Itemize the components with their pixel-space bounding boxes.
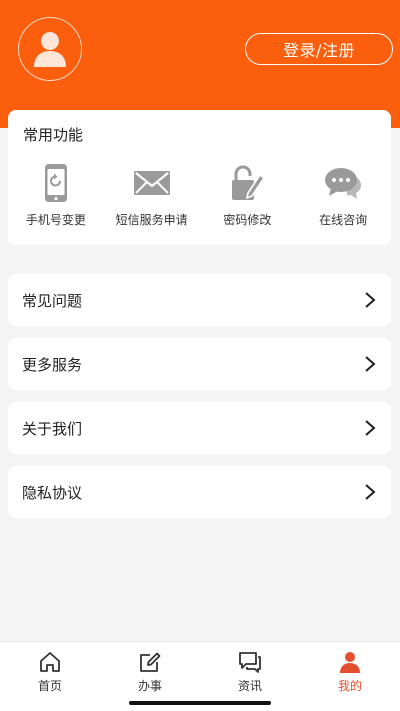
function-label: 短信服务申请 — [115, 213, 188, 227]
menu-item-faq[interactable]: 常见问题 — [8, 274, 391, 326]
menu-item-about-us[interactable]: 关于我们 — [8, 402, 391, 454]
tab-label: 办事 — [137, 679, 162, 693]
home-icon — [40, 652, 60, 672]
person-icon — [340, 652, 360, 673]
chevron-right-icon — [363, 355, 377, 373]
profile-header: 登录/注册 — [0, 0, 400, 128]
menu-item-label: 隐私协议 — [22, 483, 83, 502]
login-register-button[interactable]: 登录/注册 — [245, 33, 393, 65]
chevron-right-icon — [363, 483, 377, 501]
function-grid: 手机号变更 短信服务申请 密码修改 在线咨询 — [8, 163, 391, 233]
phone-refresh-icon — [36, 163, 76, 203]
chat-bubbles-icon — [323, 163, 363, 203]
tab-label: 首页 — [37, 679, 62, 693]
avatar[interactable] — [18, 17, 82, 81]
edit-icon — [140, 652, 161, 672]
menu-item-label: 更多服务 — [22, 355, 83, 374]
function-online-consult[interactable]: 在线咨询 — [295, 163, 391, 233]
tab-home[interactable]: 首页 — [0, 642, 100, 711]
tab-label: 资讯 — [237, 679, 262, 693]
function-label: 在线咨询 — [319, 213, 368, 227]
menu-item-privacy-policy[interactable]: 隐私协议 — [8, 466, 391, 518]
chat-icon — [239, 652, 261, 673]
user-silhouette-icon — [34, 32, 66, 67]
menu-item-more-services[interactable]: 更多服务 — [8, 338, 391, 390]
menu-item-label: 常见问题 — [22, 291, 83, 310]
chevron-right-icon — [363, 419, 377, 437]
function-password-change[interactable]: 密码修改 — [200, 163, 296, 233]
common-functions-card: 常用功能 手机号变更 短信服务申请 密码修改 在线咨询 — [8, 110, 391, 245]
function-label: 密码修改 — [223, 213, 272, 227]
lock-edit-icon — [227, 163, 267, 203]
tab-mine[interactable]: 我的 — [300, 642, 400, 711]
chevron-right-icon — [363, 291, 377, 309]
envelope-icon — [132, 163, 172, 203]
section-title: 常用功能 — [23, 126, 84, 144]
tab-label: 我的 — [337, 679, 362, 693]
menu-item-label: 关于我们 — [22, 419, 83, 438]
home-indicator — [129, 701, 271, 705]
function-phone-change[interactable]: 手机号变更 — [8, 163, 104, 233]
function-label: 手机号变更 — [25, 213, 86, 227]
function-sms-service[interactable]: 短信服务申请 — [104, 163, 200, 233]
